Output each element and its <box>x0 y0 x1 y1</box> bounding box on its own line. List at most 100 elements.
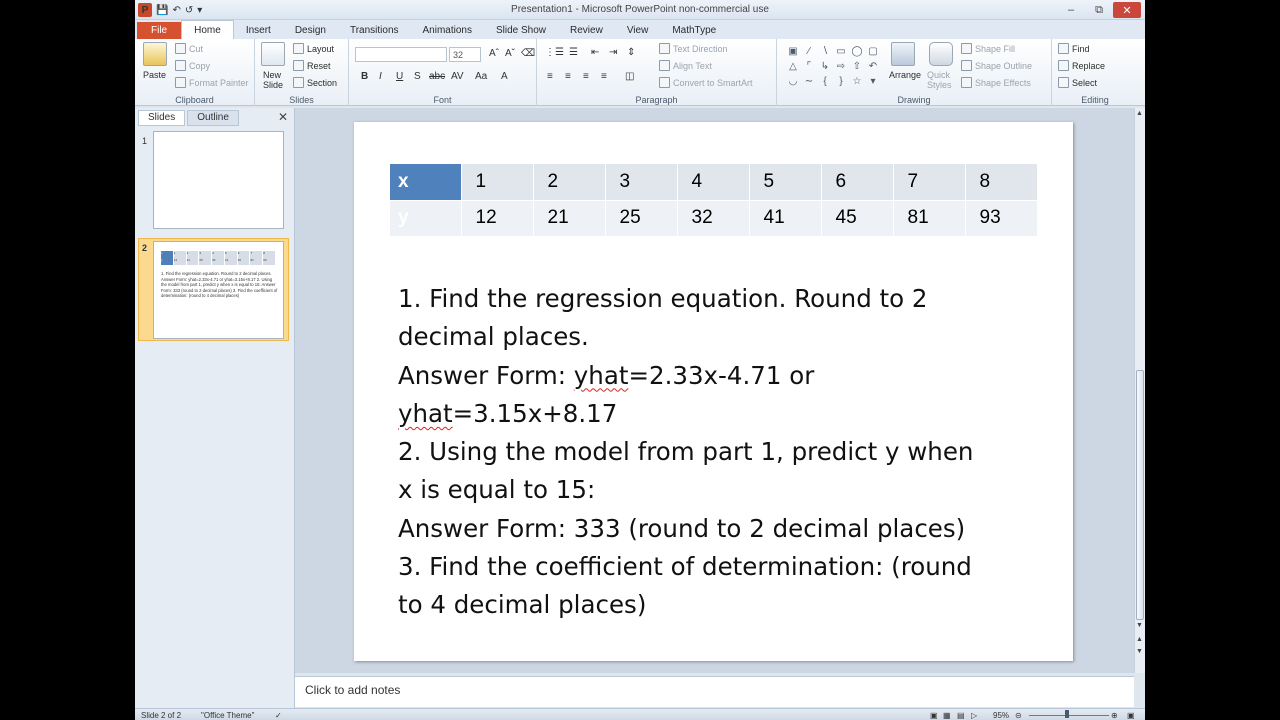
table-cell[interactable]: 12 <box>461 200 534 237</box>
increase-indent-icon[interactable]: ⇥ <box>609 47 617 58</box>
table-cell[interactable]: 1 <box>461 164 534 201</box>
table-cell[interactable]: 6 <box>821 164 894 201</box>
find-button[interactable]: Find <box>1058 43 1090 54</box>
table-cell[interactable]: 32 <box>677 200 750 237</box>
arrow-shape-icon[interactable]: ⇧ <box>849 59 865 74</box>
scroll-down-icon[interactable]: ▼ <box>1136 622 1143 629</box>
shape-fill-button[interactable]: Shape Fill <box>961 43 1015 54</box>
arrange-button[interactable]: Arrange <box>889 70 921 80</box>
reset-button[interactable]: Reset <box>293 60 331 71</box>
slide-text-box[interactable]: 1. Find the regression equation. Round t… <box>398 280 1038 625</box>
textbox-shape-icon[interactable]: ▣ <box>785 44 801 59</box>
tab-outline[interactable]: Outline <box>187 110 239 126</box>
slide-thumbnail-1[interactable] <box>153 131 284 229</box>
select-button[interactable]: Select <box>1058 77 1097 88</box>
tab-slide-show[interactable]: Slide Show <box>484 22 558 39</box>
tab-slides[interactable]: Slides <box>138 110 186 126</box>
bullets-icon[interactable]: ⋮☰ <box>545 47 564 58</box>
shapes-gallery[interactable]: ▣ ∕ ∖ ▭ ◯ ▢ △ ⌜ ↳ ⇨ ⇧ ↶ ◡ ∼{} ☆ ▾ <box>785 44 881 88</box>
star-shape-icon[interactable]: ☆ <box>849 74 865 89</box>
line-shape-icon[interactable]: ∕ <box>801 44 817 59</box>
replace-button[interactable]: Replace <box>1058 60 1105 71</box>
tab-view[interactable]: View <box>615 22 661 39</box>
zoom-out-icon[interactable]: ⊝ <box>1015 711 1022 720</box>
tab-design[interactable]: Design <box>283 22 338 39</box>
slide-thumbnail-2[interactable]: x12345678 y 12 21 25 32 41 45 81 93 1. Find the … <box>153 241 284 339</box>
table-header-y[interactable]: y <box>390 200 462 237</box>
zoom-in-icon[interactable]: ⊕ <box>1111 711 1118 720</box>
decrease-indent-icon[interactable]: ⇤ <box>591 47 599 58</box>
table-header-x[interactable]: x <box>390 164 462 201</box>
change-case-icon[interactable]: Aa <box>475 71 487 82</box>
shape-outline-button[interactable]: Shape Outline <box>961 60 1032 71</box>
oval-shape-icon[interactable]: ◯ <box>849 44 865 59</box>
character-spacing-icon[interactable]: AV <box>451 71 464 82</box>
numbering-icon[interactable]: ☰ <box>569 47 578 58</box>
copy-button[interactable]: Copy <box>175 60 210 71</box>
text-direction-button[interactable]: Text Direction <box>659 43 728 54</box>
zoom-slider-thumb[interactable] <box>1065 710 1069 718</box>
convert-smartart-button[interactable]: Convert to SmartArt <box>659 77 753 88</box>
tab-file[interactable]: File <box>137 22 182 39</box>
close-pane-icon[interactable]: ✕ <box>278 110 288 124</box>
italic-icon[interactable]: I <box>379 71 382 82</box>
strikethrough-icon[interactable]: abc <box>429 71 445 82</box>
next-slide-icon[interactable]: ▼ <box>1136 648 1143 655</box>
tab-insert[interactable]: Insert <box>234 22 283 39</box>
minimize-button[interactable]: – <box>1057 2 1085 18</box>
columns-icon[interactable]: ◫ <box>625 71 634 82</box>
line-spacing-icon[interactable]: ⇕ <box>627 47 635 58</box>
clear-formatting-icon[interactable]: ⌫ <box>521 48 535 59</box>
font-name-box[interactable] <box>355 47 447 62</box>
normal-view-icon[interactable]: ▣ <box>930 711 938 720</box>
table-cell[interactable]: 8 <box>965 164 1038 201</box>
tab-review[interactable]: Review <box>558 22 615 39</box>
shape-effects-button[interactable]: Shape Effects <box>961 77 1031 88</box>
freeform-shape-icon[interactable]: ◡ <box>785 74 801 89</box>
align-text-button[interactable]: Align Text <box>659 60 712 71</box>
table-cell[interactable]: 81 <box>893 200 966 237</box>
brace-shape-icon[interactable]: { <box>817 74 833 89</box>
layout-button[interactable]: Layout <box>293 43 334 54</box>
shrink-font-icon[interactable]: Aˇ <box>505 48 515 59</box>
tab-mathtype[interactable]: MathType <box>660 22 728 39</box>
reading-view-icon[interactable]: ▤ <box>957 711 965 720</box>
new-slide-button[interactable]: New Slide <box>263 70 283 90</box>
cut-button[interactable]: Cut <box>175 43 203 54</box>
table-cell[interactable]: 25 <box>605 200 678 237</box>
scrollbar-thumb[interactable] <box>1136 370 1144 620</box>
shadow-icon[interactable]: S <box>414 71 421 82</box>
tab-transitions[interactable]: Transitions <box>338 22 411 39</box>
curve-shape-icon[interactable]: ∼ <box>801 74 817 89</box>
connector-shape-icon[interactable]: ↳ <box>817 59 833 74</box>
fit-to-window-icon[interactable]: ▣ <box>1127 711 1135 720</box>
zoom-level[interactable]: 95% <box>993 711 1009 720</box>
rounded-rect-shape-icon[interactable]: ▢ <box>865 44 881 59</box>
slide-canvas[interactable]: x 1 2 3 4 5 6 7 8 y 12 21 25 32 41 45 81… <box>354 122 1073 661</box>
scroll-up-icon[interactable]: ▲ <box>1136 110 1143 117</box>
table-cell[interactable]: 4 <box>677 164 750 201</box>
bold-icon[interactable]: B <box>361 71 368 82</box>
table-cell[interactable]: 45 <box>821 200 894 237</box>
section-button[interactable]: Section <box>293 77 337 88</box>
table-cell[interactable]: 5 <box>749 164 822 201</box>
underline-icon[interactable]: U <box>396 71 403 82</box>
line-shape-icon[interactable]: ∖ <box>817 44 833 59</box>
table-cell[interactable]: 93 <box>965 200 1038 237</box>
table-cell[interactable]: 21 <box>533 200 606 237</box>
curve-shape-icon[interactable]: ↶ <box>865 59 881 74</box>
align-right-icon[interactable]: ≡ <box>583 71 589 82</box>
maximize-button[interactable]: ⧉ <box>1085 2 1113 18</box>
notes-pane[interactable]: Click to add notes <box>295 676 1134 707</box>
tab-animations[interactable]: Animations <box>411 22 484 39</box>
align-center-icon[interactable]: ≡ <box>565 71 571 82</box>
font-color-icon[interactable]: A <box>501 71 508 82</box>
format-painter-button[interactable]: Format Painter <box>175 77 249 88</box>
arrow-shape-icon[interactable]: ⇨ <box>833 59 849 74</box>
align-left-icon[interactable]: ≡ <box>547 71 553 82</box>
slide-sorter-icon[interactable]: ▦ <box>943 711 951 720</box>
elbow-shape-icon[interactable]: ⌜ <box>801 59 817 74</box>
brace-shape-icon[interactable]: } <box>833 74 849 89</box>
grow-font-icon[interactable]: Aˆ <box>489 48 499 59</box>
slideshow-view-icon[interactable]: ▷ <box>971 711 977 720</box>
